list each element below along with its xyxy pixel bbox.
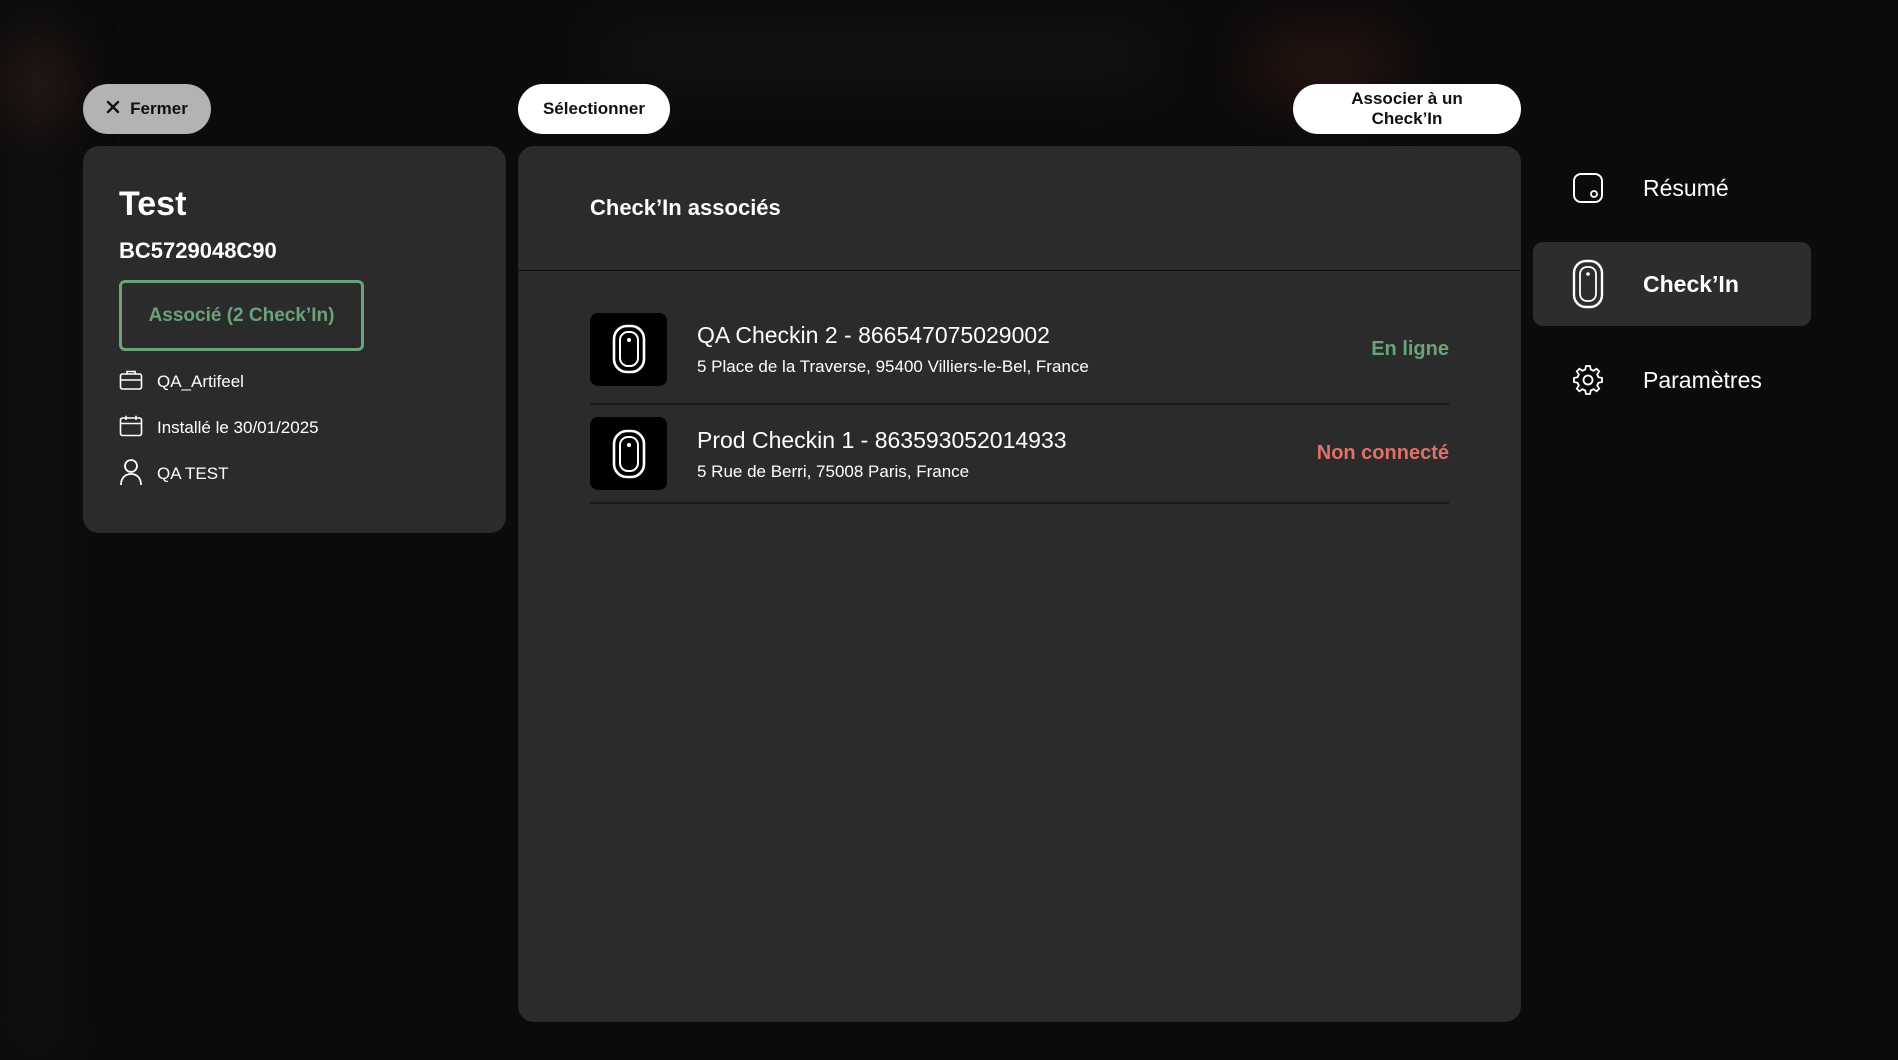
background-blur-left [0, 0, 70, 1060]
associate-checkin-button[interactable]: Associer à un Check’In [1293, 84, 1521, 134]
list-item[interactable]: Prod Checkin 1 - 863593052014933 5 Rue d… [590, 405, 1449, 504]
list-item[interactable]: QA Checkin 2 - 866547075029002 5 Place d… [590, 307, 1449, 405]
nav-item-label: Paramètres [1643, 366, 1762, 393]
checkin-device-icon [590, 312, 667, 386]
device-name: Test [119, 185, 187, 223]
nav-item-checkin[interactable]: Check’In [1533, 242, 1811, 326]
panel-header: Check’In associés [518, 146, 1521, 271]
checkin-device-icon [590, 417, 667, 490]
checkin-address: 5 Place de la Traverse, 95400 Villiers-l… [697, 357, 1089, 376]
device-summary-card: Test BC5729048C90 Associé (2 Check’In) Q… [83, 146, 506, 533]
status-badge: En ligne [1371, 337, 1449, 360]
checkin-list: QA Checkin 2 - 866547075029002 5 Place d… [590, 271, 1449, 504]
side-navigation: Résumé Check’In Paramètres [1533, 146, 1811, 434]
close-icon [106, 99, 120, 119]
list-item-text: Prod Checkin 1 - 863593052014933 5 Rue d… [697, 426, 1317, 482]
user-row: QA TEST [119, 458, 470, 491]
organization-text: QA_Artifeel [157, 372, 244, 391]
calendar-icon [119, 415, 143, 442]
device-serial: BC5729048C90 [119, 238, 277, 263]
checkin-name: QA Checkin 2 - 866547075029002 [697, 322, 1050, 348]
select-button[interactable]: Sélectionner [518, 84, 670, 134]
installed-row: Installé le 30/01/2025 [119, 413, 470, 443]
select-button-label: Sélectionner [542, 99, 646, 118]
list-item-text: QA Checkin 2 - 866547075029002 5 Place d… [697, 321, 1371, 377]
checkin-device-icon [1571, 259, 1605, 309]
installed-text: Installé le 30/01/2025 [157, 418, 319, 437]
user-icon [119, 458, 143, 491]
panel-title: Check’In associés [590, 195, 781, 220]
associated-checkins-panel: Check’In associés QA Checkin 2 - 8665470… [518, 146, 1521, 1022]
checkin-name: Prod Checkin 1 - 863593052014933 [697, 426, 1067, 453]
checkin-address: 5 Rue de Berri, 75008 Paris, France [697, 461, 970, 481]
association-status-label: Associé (2 Check’In) [148, 304, 335, 326]
briefcase-icon [119, 369, 143, 396]
associate-button-label: Associer à un Check’In [1351, 89, 1463, 128]
nav-item-settings[interactable]: Paramètres [1533, 338, 1811, 422]
close-button[interactable]: Fermer [83, 84, 211, 134]
association-status-badge: Associé (2 Check’In) [119, 280, 364, 351]
background-blur-spot [10, 55, 70, 115]
user-text: QA TEST [157, 464, 229, 483]
nav-item-label: Résumé [1643, 174, 1729, 201]
background-blur-bar [600, 35, 1160, 75]
close-button-label: Fermer [130, 99, 188, 118]
summary-device-icon [1571, 172, 1605, 204]
nav-item-label: Check’In [1643, 270, 1739, 297]
organization-row: QA_Artifeel [119, 367, 470, 397]
nav-item-summary[interactable]: Résumé [1533, 146, 1811, 230]
status-badge: Non connecté [1316, 442, 1449, 464]
gear-icon [1571, 365, 1605, 395]
